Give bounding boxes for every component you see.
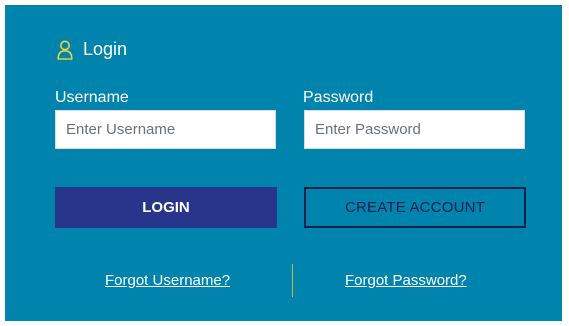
- username-label: Username: [55, 89, 129, 106]
- password-input[interactable]: [304, 110, 525, 149]
- user-icon: [57, 40, 73, 60]
- forgot-username-link[interactable]: Forgot Username?: [105, 272, 230, 289]
- link-divider: [292, 264, 293, 297]
- login-panel: Login Username Password LOGIN CREATE ACC…: [5, 5, 562, 321]
- password-label: Password: [303, 89, 374, 106]
- login-button[interactable]: LOGIN: [55, 187, 277, 228]
- forgot-password-link[interactable]: Forgot Password?: [345, 272, 467, 289]
- create-account-button[interactable]: CREATE ACCOUNT: [304, 187, 526, 228]
- login-title: Login: [83, 39, 128, 59]
- login-header: Login: [57, 39, 127, 60]
- username-input[interactable]: [55, 110, 276, 149]
